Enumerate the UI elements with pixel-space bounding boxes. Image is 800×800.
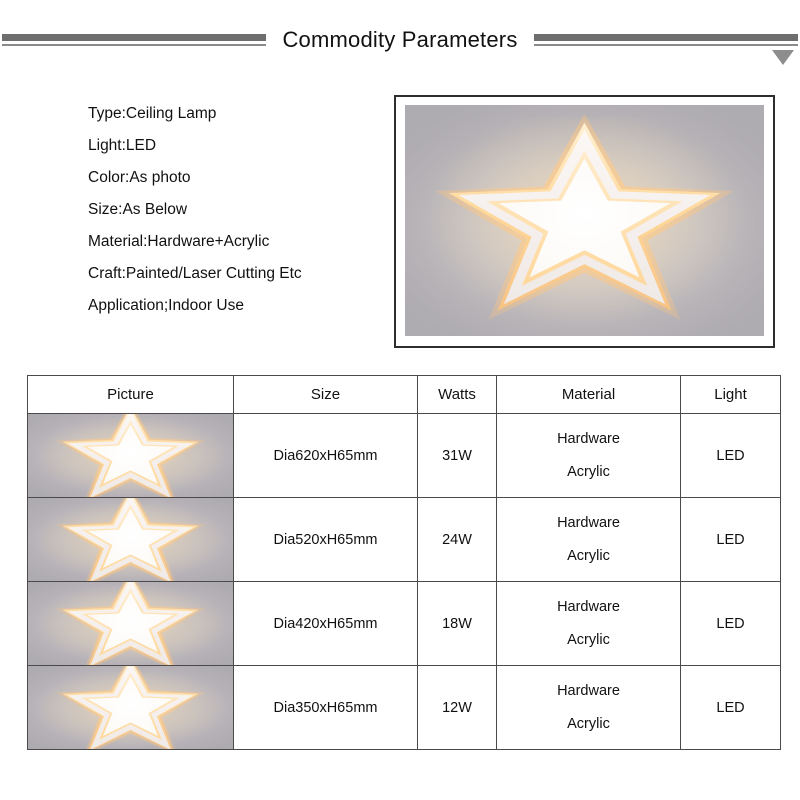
cell-size: Dia420xH65mm xyxy=(233,581,418,666)
cell-picture[interactable] xyxy=(27,413,234,498)
star-lamp-illustration xyxy=(434,113,735,328)
column-header-size: Size xyxy=(233,375,418,414)
cell-picture[interactable] xyxy=(27,581,234,666)
star-lamp-illustration xyxy=(55,666,206,749)
cell-size: Dia520xH65mm xyxy=(233,497,418,582)
star-lamp-illustration xyxy=(55,414,206,497)
table-row: Dia520xH65mm 24W Hardware Acrylic LED xyxy=(27,497,781,582)
column-header-light: Light xyxy=(680,375,781,414)
table-header: Picture Size Watts Material Light xyxy=(27,375,781,414)
cell-light: LED xyxy=(680,413,781,498)
material-line-2: Acrylic xyxy=(567,463,610,480)
cell-light: LED xyxy=(680,665,781,750)
star-ceiling-lamp-thumbnail xyxy=(28,414,233,497)
cell-material: Hardware Acrylic xyxy=(496,581,681,666)
cell-material: Hardware Acrylic xyxy=(496,413,681,498)
star-lamp-illustration xyxy=(55,582,206,665)
star-ceiling-lamp-thumbnail xyxy=(28,582,233,665)
cell-light: LED xyxy=(680,497,781,582)
star-ceiling-lamp-thumbnail xyxy=(28,498,233,581)
cell-watts: 31W xyxy=(417,413,497,498)
column-header-watts: Watts xyxy=(417,375,497,414)
material-line-2: Acrylic xyxy=(567,631,610,648)
specification-list: Type:Ceiling Lamp Light:LED Color:As pho… xyxy=(88,98,388,322)
cell-picture[interactable] xyxy=(27,497,234,582)
cell-size: Dia620xH65mm xyxy=(233,413,418,498)
column-header-material: Material xyxy=(496,375,681,414)
cell-light: LED xyxy=(680,581,781,666)
material-line-1: Hardware xyxy=(557,431,620,447)
star-ceiling-lamp-photo xyxy=(405,105,764,336)
material-line-1: Hardware xyxy=(557,599,620,615)
cell-material: Hardware Acrylic xyxy=(496,665,681,750)
material-line-1: Hardware xyxy=(557,515,620,531)
cell-watts: 12W xyxy=(417,665,497,750)
spec-item-material: Material:Hardware+Acrylic xyxy=(88,233,270,250)
cell-material: Hardware Acrylic xyxy=(496,497,681,582)
product-size-table: Picture Size Watts Material Light Dia620… xyxy=(27,375,781,750)
star-ceiling-lamp-thumbnail xyxy=(28,666,233,749)
column-header-picture: Picture xyxy=(27,375,234,414)
spec-item-color: Color:As photo xyxy=(88,169,191,186)
material-line-1: Hardware xyxy=(557,683,620,699)
material-line-2: Acrylic xyxy=(567,715,610,732)
cell-size: Dia350xH65mm xyxy=(233,665,418,750)
cell-watts: 24W xyxy=(417,497,497,582)
cell-picture[interactable] xyxy=(27,665,234,750)
spec-item-craft: Craft:Painted/Laser Cutting Etc xyxy=(88,265,302,282)
table-header-row: Picture Size Watts Material Light xyxy=(27,375,781,414)
spec-item-size: Size:As Below xyxy=(88,201,188,218)
table-body: Dia620xH65mm 31W Hardware Acrylic LED Di… xyxy=(27,413,781,750)
spec-item-application: Application;Indoor Use xyxy=(88,297,244,314)
chevron-down-icon[interactable] xyxy=(772,50,794,65)
page-title: Commodity Parameters xyxy=(282,27,518,52)
table-row: Dia350xH65mm 12W Hardware Acrylic LED xyxy=(27,665,781,750)
spec-item-type: Type:Ceiling Lamp xyxy=(88,105,217,122)
spec-item-light: Light:LED xyxy=(88,137,157,154)
table-row: Dia620xH65mm 31W Hardware Acrylic LED xyxy=(27,413,781,498)
star-lamp-illustration xyxy=(55,498,206,581)
table-row: Dia420xH65mm 18W Hardware Acrylic LED xyxy=(27,581,781,666)
product-image-frame xyxy=(394,95,775,348)
page-header-banner: Commodity Parameters xyxy=(0,24,800,66)
cell-watts: 18W xyxy=(417,581,497,666)
material-line-2: Acrylic xyxy=(567,547,610,564)
